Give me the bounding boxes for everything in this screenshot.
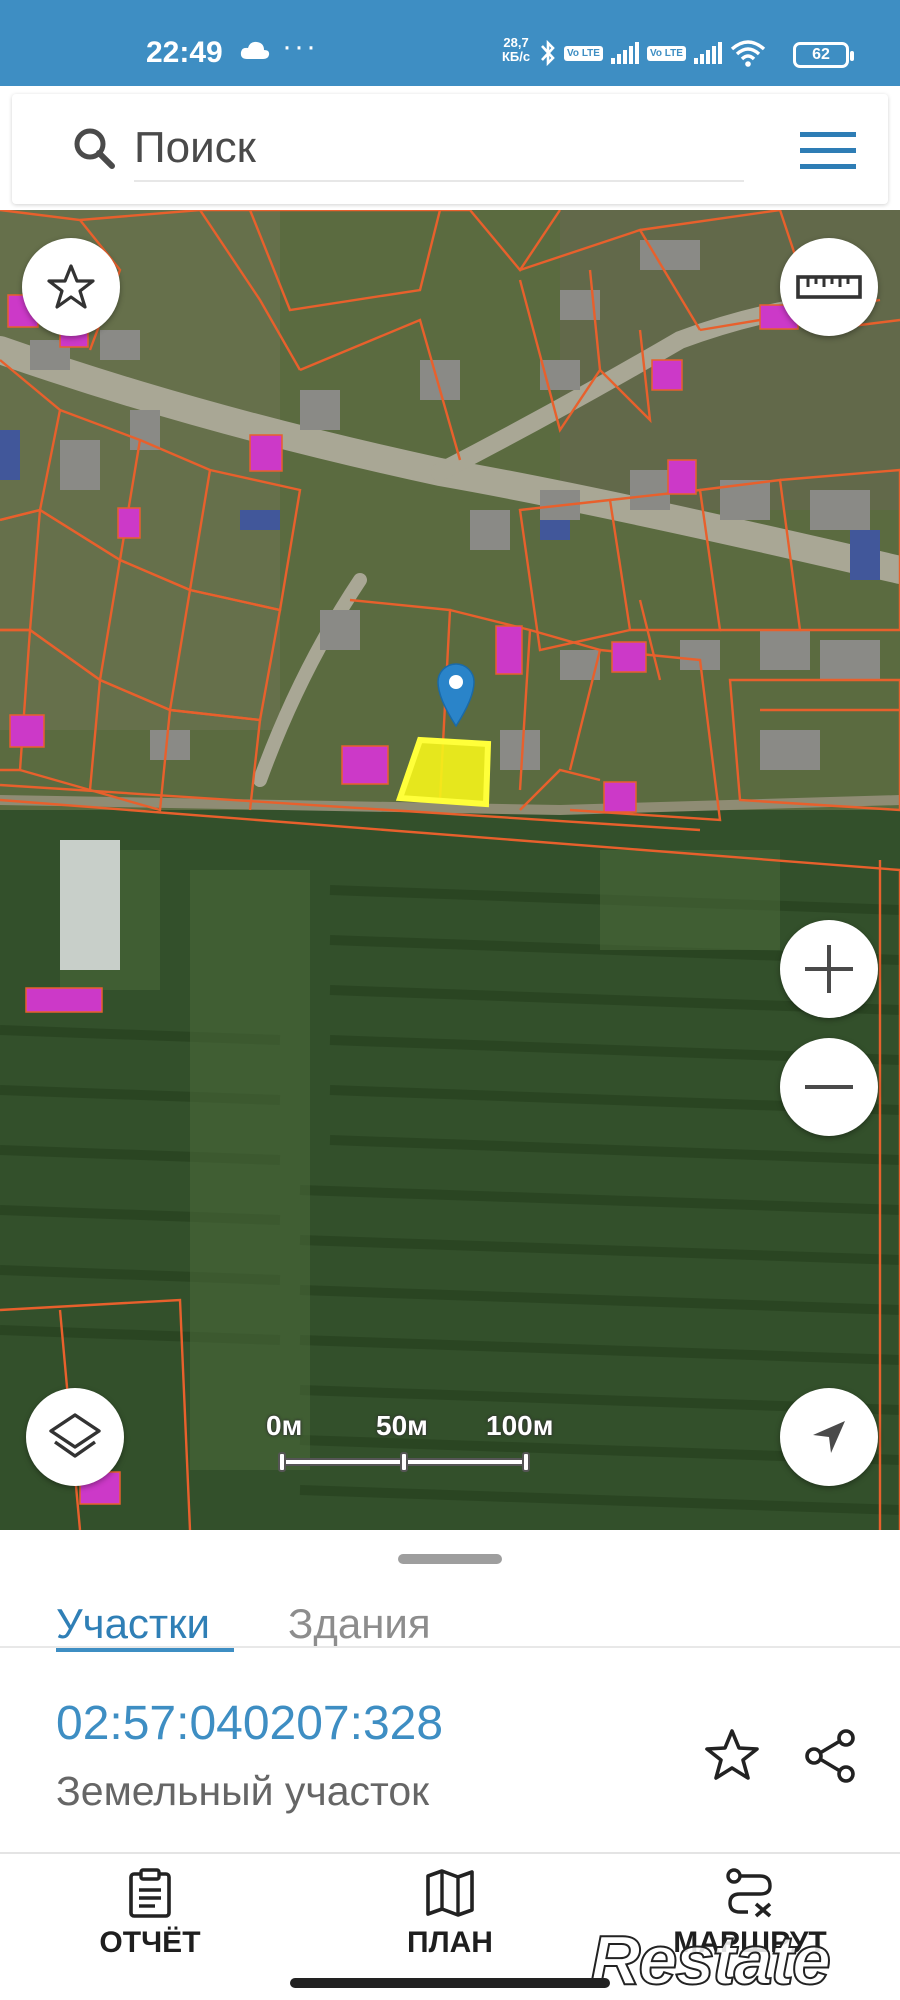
nav-plan[interactable]: ПЛАН [350,1868,550,1960]
share-icon[interactable] [800,1726,860,1786]
zoom-out-button[interactable] [780,1038,878,1136]
bluetooth-icon [541,39,555,67]
zoom-in-icon [805,945,853,993]
object-type: Земельный участок [56,1768,430,1814]
my-location-icon [813,1421,845,1453]
greenhouse [60,840,120,970]
network-speed: 28,7 КБ/с [502,36,530,64]
status-time: 22:49 [146,36,223,69]
nav-report-label: ОТЧЁТ [99,1926,201,1959]
sheet-drag-handle[interactable] [398,1554,502,1564]
more-notifications-icon: ··· [282,30,318,63]
signal-icon-1 [610,42,639,64]
favorite-button[interactable] [22,238,120,336]
zoom-out-icon [805,1085,853,1089]
scale-tick [400,1452,408,1472]
route-icon [726,1868,772,1918]
star-icon [47,264,95,309]
menu-icon[interactable] [798,124,858,176]
scale-tick [278,1452,286,1472]
scale-label-50: 50м [376,1410,428,1441]
home-indicator[interactable] [290,1978,610,1988]
wifi-icon [730,40,766,67]
layers-button[interactable] [26,1388,124,1486]
report-clipboard-icon [129,1868,171,1918]
network-speed-value: 28,7 [503,35,529,50]
cadastral-number[interactable]: 02:57:040207:328 [56,1696,443,1751]
info-sheet: Участки Здания 02:57:040207:328 Земельны… [0,1530,900,1852]
tab-parcels[interactable]: Участки [56,1570,234,1652]
battery-indicator: 62 [793,42,854,68]
cloud-icon [240,41,270,59]
scale-tick [522,1452,530,1472]
tab-buildings[interactable]: Здания [288,1570,431,1652]
measure-button[interactable] [780,238,878,336]
scale-label-100: 100м [486,1410,554,1441]
search-icon[interactable] [70,124,118,172]
map-scale: 0м 50м 100м [266,1410,566,1490]
status-icons: Vo LTE Vo LTE [540,38,766,68]
map-plan-icon [426,1869,474,1917]
scale-label-0: 0м [266,1410,303,1441]
search-bar [12,94,888,204]
favorite-star-icon[interactable] [702,1726,762,1786]
watermark: Restate [589,1920,832,2000]
volte-badge-2: Vo LTE [646,45,686,61]
search-input[interactable] [134,116,744,182]
satellite-map[interactable] [0,210,900,1530]
ruler-icon [796,275,862,299]
map-view[interactable]: 0м 50м 100м [0,210,900,1530]
zoom-in-button[interactable] [780,920,878,1018]
status-bar: 22:49 ··· 28,7 КБ/с Vo LTE Vo LTE 62 [0,0,900,86]
network-speed-unit: КБ/с [502,49,531,64]
tabs-divider [0,1646,900,1648]
signal-icon-2 [693,42,722,64]
nav-plan-label: ПЛАН [407,1926,493,1959]
nav-report[interactable]: ОТЧЁТ [50,1868,250,1960]
my-location-button[interactable] [780,1388,878,1486]
volte-badge-1: Vo LTE [564,45,603,61]
layers-icon [49,1413,101,1458]
